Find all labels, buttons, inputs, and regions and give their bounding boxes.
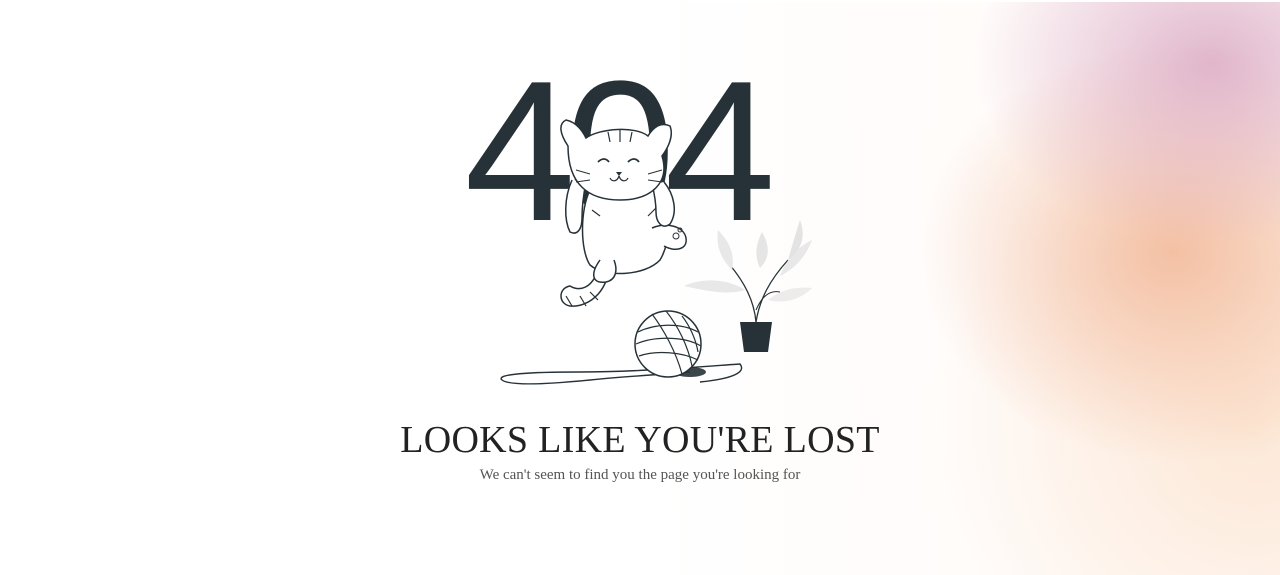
yarn-string <box>500 363 743 385</box>
not-found-page: 4 0 4 <box>0 0 1280 575</box>
404-illustration: 4 0 4 <box>464 60 812 385</box>
page-message: We can't seem to find you the page you'r… <box>479 467 801 483</box>
yarn-ball-icon <box>634 310 702 378</box>
page-heading: LOOKS LIKE YOU'RE LOST <box>400 419 880 461</box>
digit-left: 4 <box>464 60 575 263</box>
cat-icon <box>560 119 687 307</box>
